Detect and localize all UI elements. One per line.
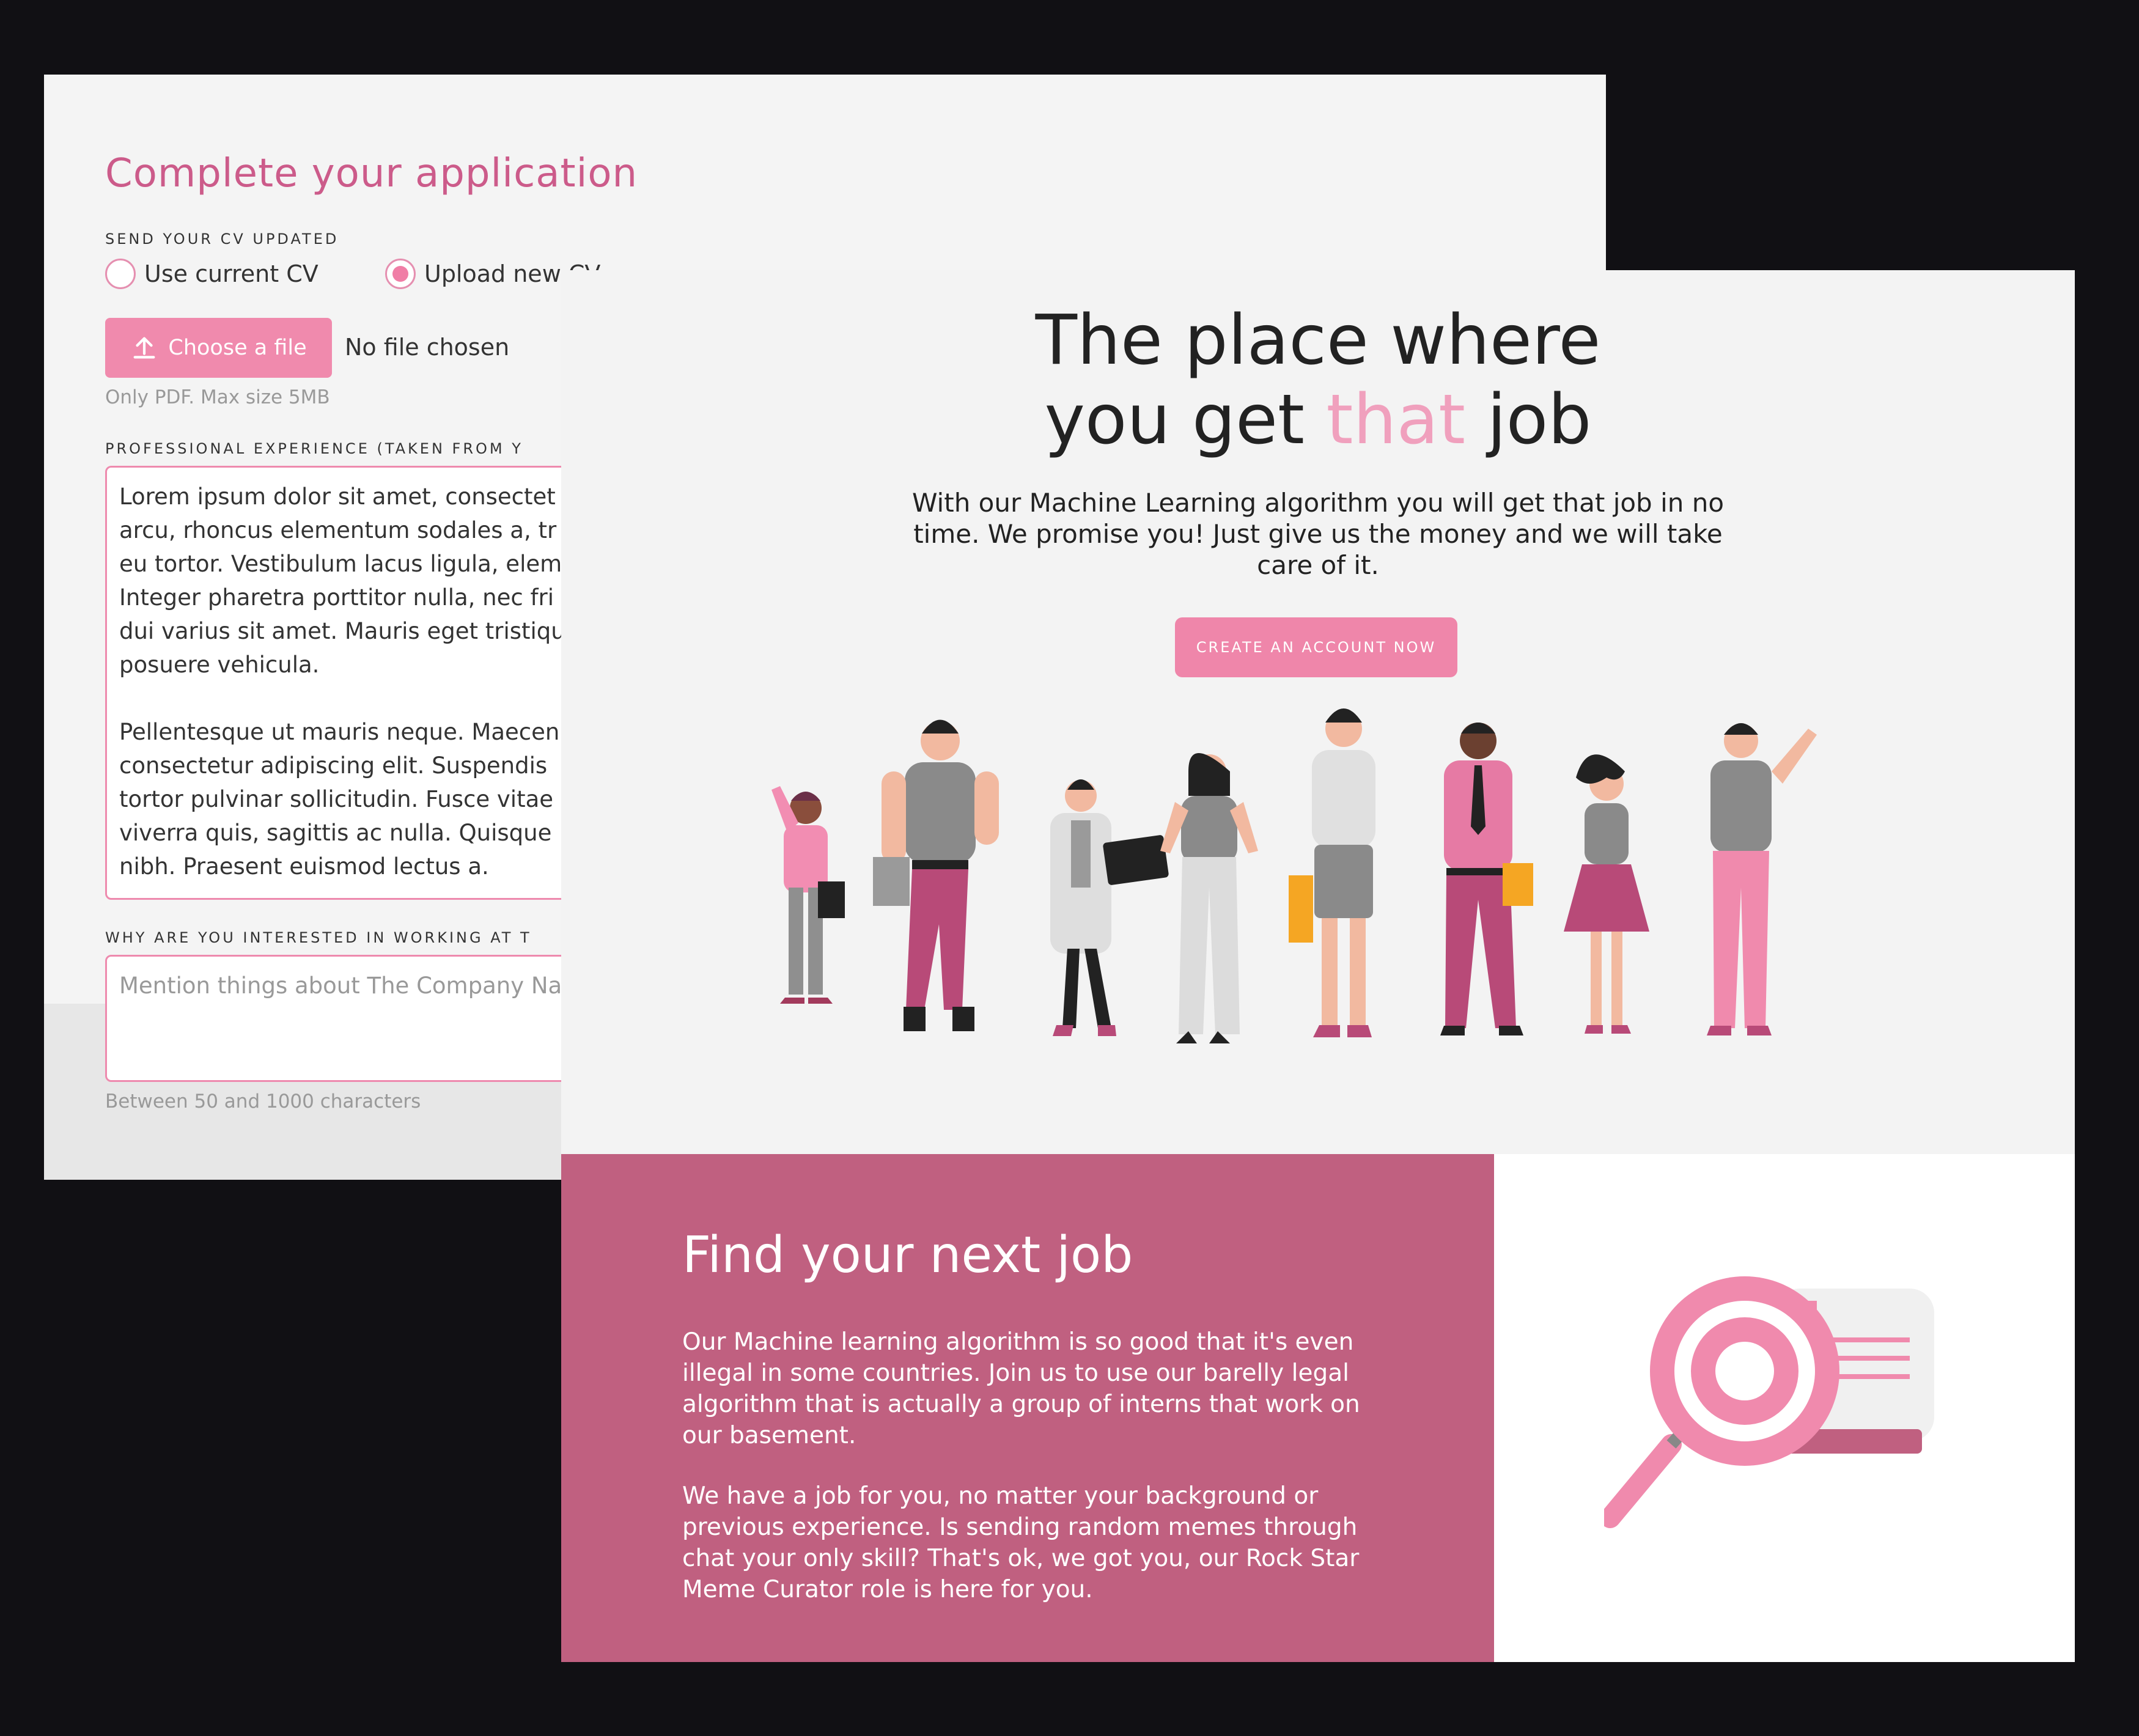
create-account-button[interactable]: CREATE AN ACCOUNT NOW xyxy=(1175,617,1457,677)
people-illustration xyxy=(771,708,1817,1043)
experience-label: PROFESSIONAL EXPERIENCE (TAKEN FROM Y xyxy=(105,440,523,457)
hero-line-2-start: you get xyxy=(1044,380,1327,460)
radio-button-selected[interactable] xyxy=(385,259,416,289)
find-job-paragraph-1: Our Machine learning algorithm is so goo… xyxy=(682,1328,1360,1449)
file-status-text: No file chosen xyxy=(345,334,510,361)
illustration-panel xyxy=(1494,1154,2075,1662)
radio-label: Use current CV xyxy=(144,260,318,287)
hero-title: The place where you get that job xyxy=(561,301,2075,460)
interest-label: WHY ARE YOU INTERESTED IN WORKING AT T xyxy=(105,929,532,946)
radio-button[interactable] xyxy=(105,259,136,289)
find-job-paragraph-2: We have a job for you, no matter your ba… xyxy=(682,1482,1360,1603)
find-job-title: Find your next job xyxy=(682,1226,1133,1284)
form-title: Complete your application xyxy=(105,151,638,196)
cv-section-label: SEND YOUR CV UPDATED xyxy=(105,230,339,248)
choose-file-label: Choose a file xyxy=(168,336,307,360)
magnifier-target-illustration xyxy=(1604,1276,1934,1528)
upload-icon xyxy=(133,337,155,359)
hero-line-2-end: job xyxy=(1465,380,1592,460)
hero-line-1: The place where xyxy=(1035,301,1601,380)
landing-page-card: The place where you get that job With ou… xyxy=(561,270,2075,1662)
char-limit-hint: Between 50 and 1000 characters xyxy=(105,1091,421,1113)
choose-file-button[interactable]: Choose a file xyxy=(105,318,332,378)
hero-accent-word: that xyxy=(1326,380,1465,460)
radio-use-current-cv[interactable]: Use current CV xyxy=(105,256,318,292)
find-job-section: Find your next job Our Machine learning … xyxy=(561,1154,1494,1662)
hero-subtitle: With our Machine Learning algorithm you … xyxy=(911,488,1725,580)
file-hint: Only PDF. Max size 5MB xyxy=(105,386,330,408)
